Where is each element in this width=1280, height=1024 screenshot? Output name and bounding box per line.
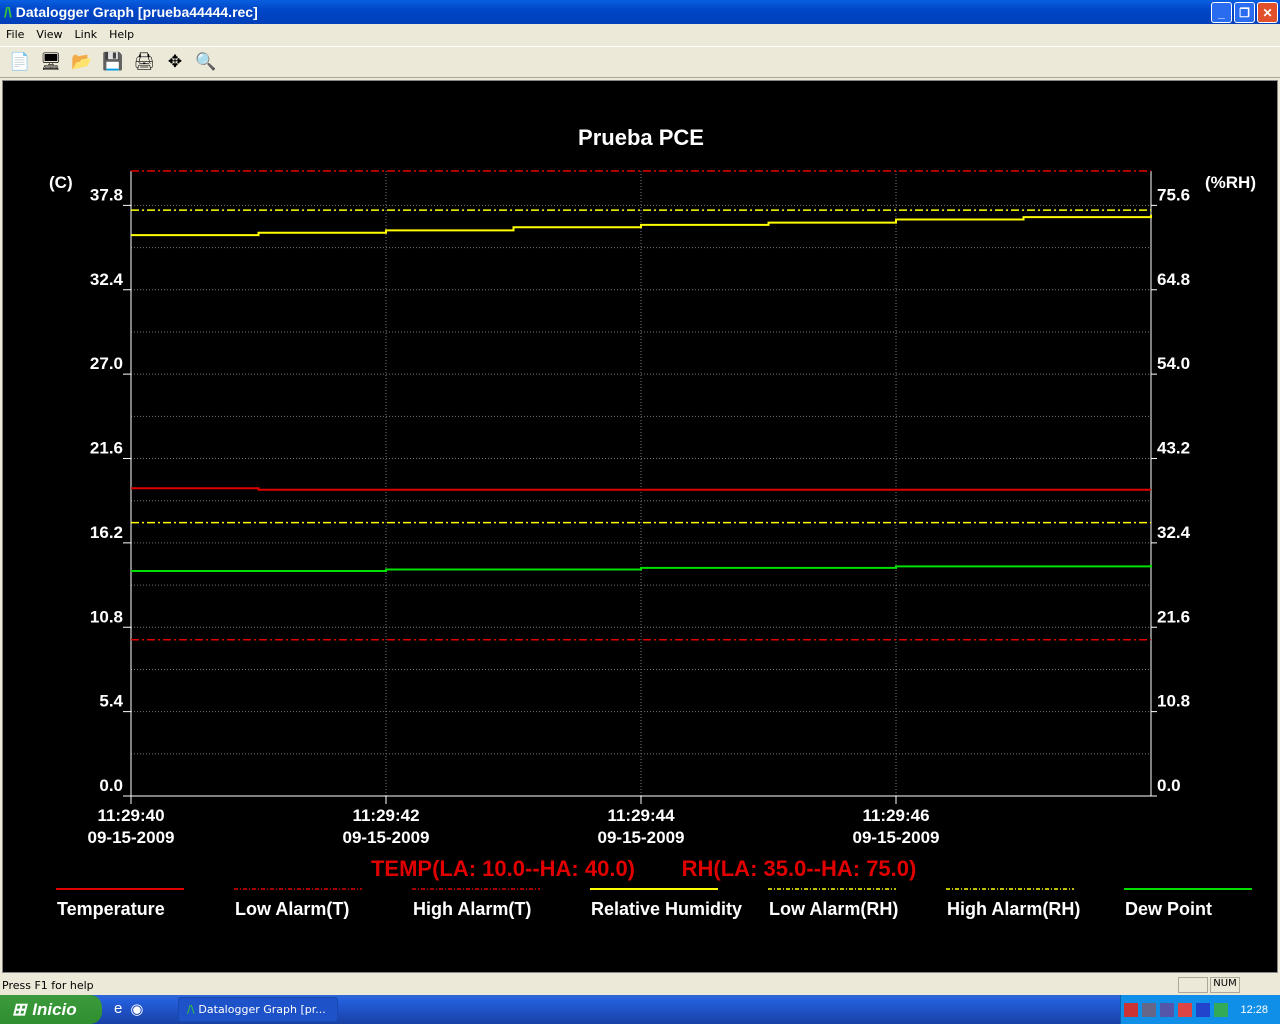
status-bar: Press F1 for help NUM: [0, 975, 1280, 995]
y-tick-label-left: 32.4: [90, 270, 124, 289]
tray-app-icon[interactable]: [1214, 1002, 1229, 1017]
legend-label: Temperature: [57, 899, 165, 919]
menu-view[interactable]: View: [30, 28, 68, 41]
series-relative-humidity: [131, 214, 1152, 237]
toolbar: 📄 🖥 📂 💾 🖨 ✥ 🔍: [0, 46, 1280, 78]
start-button[interactable]: ⊞ Inicio: [0, 995, 102, 1024]
antivirus-icon[interactable]: [1178, 1002, 1193, 1017]
open-folder-icon[interactable]: 📂: [70, 50, 94, 74]
y-tick-label-left: 5.4: [99, 692, 123, 711]
y-tick-label-right: 0.0: [1157, 776, 1181, 795]
network-icon[interactable]: [1142, 1002, 1157, 1017]
y-tick-label-left: 16.2: [90, 523, 123, 542]
temp-alarm-annotation: TEMP(LA: 10.0--HA: 40.0): [371, 856, 635, 881]
x-tick-time: 11:29:44: [607, 806, 675, 825]
clock: 12:28: [1240, 1003, 1268, 1016]
left-axis-label: (C): [49, 173, 73, 192]
right-axis-label: (%RH): [1205, 173, 1256, 192]
start-label: Inicio: [32, 999, 77, 1019]
legend-label: Relative Humidity: [591, 899, 742, 919]
x-tick-date: 09-15-2009: [343, 828, 430, 847]
title-bar: /\ Datalogger Graph [prueba44444.rec] _ …: [0, 0, 1280, 24]
y-tick-label-right: 21.6: [1157, 607, 1190, 626]
legend-label: Low Alarm(T): [235, 899, 349, 919]
y-tick-label-left: 0.0: [99, 776, 123, 795]
chart-area: Prueba PCE (C) (%RH) 0.0 5.4 10.8 16.2 21.6 27.0…: [2, 80, 1278, 973]
app-logo-icon: /\: [187, 1003, 195, 1016]
status-help-text: Press F1 for help: [2, 978, 94, 992]
y-tick-label-right: 32.4: [1157, 523, 1191, 542]
menu-help[interactable]: Help: [103, 28, 140, 41]
y-tick-label-right: 10.8: [1157, 692, 1190, 711]
monitor-icon[interactable]: 🖥: [39, 50, 63, 74]
legend-label: Low Alarm(RH): [769, 899, 898, 919]
restore-button[interactable]: ❐: [1234, 2, 1255, 23]
x-tick-time: 11:29:42: [352, 806, 419, 825]
app-logo-icon: /\: [4, 4, 12, 20]
legend-label: Dew Point: [1125, 899, 1212, 919]
firefox-icon[interactable]: ◉: [130, 1000, 143, 1018]
task-label: Datalogger Graph [pr...: [198, 1003, 326, 1016]
y-tick-label-left: 21.6: [90, 439, 123, 458]
new-page-icon[interactable]: 📄: [8, 50, 32, 74]
x-tick-time: 11:29:46: [862, 806, 929, 825]
x-tick-date: 09-15-2009: [853, 828, 940, 847]
windows-logo-icon: ⊞: [12, 999, 27, 1019]
audio-icon[interactable]: [1160, 1002, 1175, 1017]
fit-view-icon[interactable]: ✥: [163, 50, 187, 74]
ie-icon[interactable]: e: [114, 1000, 122, 1018]
rh-alarm-annotation: RH(LA: 35.0--HA: 75.0): [682, 856, 917, 881]
menu-link[interactable]: Link: [69, 28, 104, 41]
legend-label: High Alarm(T): [413, 899, 531, 919]
y-tick-label-right: 54.0: [1157, 354, 1190, 373]
num-lock-indicator: NUM: [1210, 977, 1240, 993]
legend-label: High Alarm(RH): [947, 899, 1080, 919]
x-tick-time: 11:29:40: [97, 806, 164, 825]
print-icon[interactable]: 🖨: [132, 50, 156, 74]
y-tick-label-right: 64.8: [1157, 270, 1190, 289]
menu-file[interactable]: File: [0, 28, 30, 41]
y-tick-label-left: 10.8: [90, 607, 123, 626]
x-tick-date: 09-15-2009: [88, 828, 175, 847]
chart-svg: Prueba PCE (C) (%RH) 0.0 5.4 10.8 16.2 21.6 27.0…: [49, 125, 1256, 919]
y-tick-label-left: 37.8: [90, 185, 123, 204]
window-title: Datalogger Graph [prueba44444.rec]: [15, 4, 258, 20]
x-tick-date: 09-15-2009: [598, 828, 685, 847]
system-tray: 12:28: [1120, 995, 1280, 1024]
y-tick-label-right: 43.2: [1157, 439, 1190, 458]
save-icon[interactable]: 💾: [101, 50, 125, 74]
ati-icon[interactable]: [1124, 1002, 1139, 1017]
close-button[interactable]: ✕: [1257, 2, 1278, 23]
y-tick-label-right: 75.6: [1157, 185, 1190, 204]
chart-title: Prueba PCE: [578, 125, 704, 150]
minimize-button[interactable]: _: [1211, 2, 1232, 23]
y-tick-label-left: 27.0: [90, 354, 123, 373]
taskbar: ⊞ Inicio e ◉ /\ Datalogger Graph [pr... 12:…: [0, 995, 1280, 1024]
status-pane: [1178, 977, 1208, 993]
zoom-out-icon[interactable]: 🔍: [194, 50, 218, 74]
series-dew-point: [131, 564, 1152, 572]
taskbar-item-datalogger[interactable]: /\ Datalogger Graph [pr...: [178, 997, 338, 1022]
series-temperature: [131, 487, 1151, 491]
update-icon[interactable]: [1196, 1002, 1211, 1017]
menu-bar: File View Link Help: [0, 24, 1280, 45]
